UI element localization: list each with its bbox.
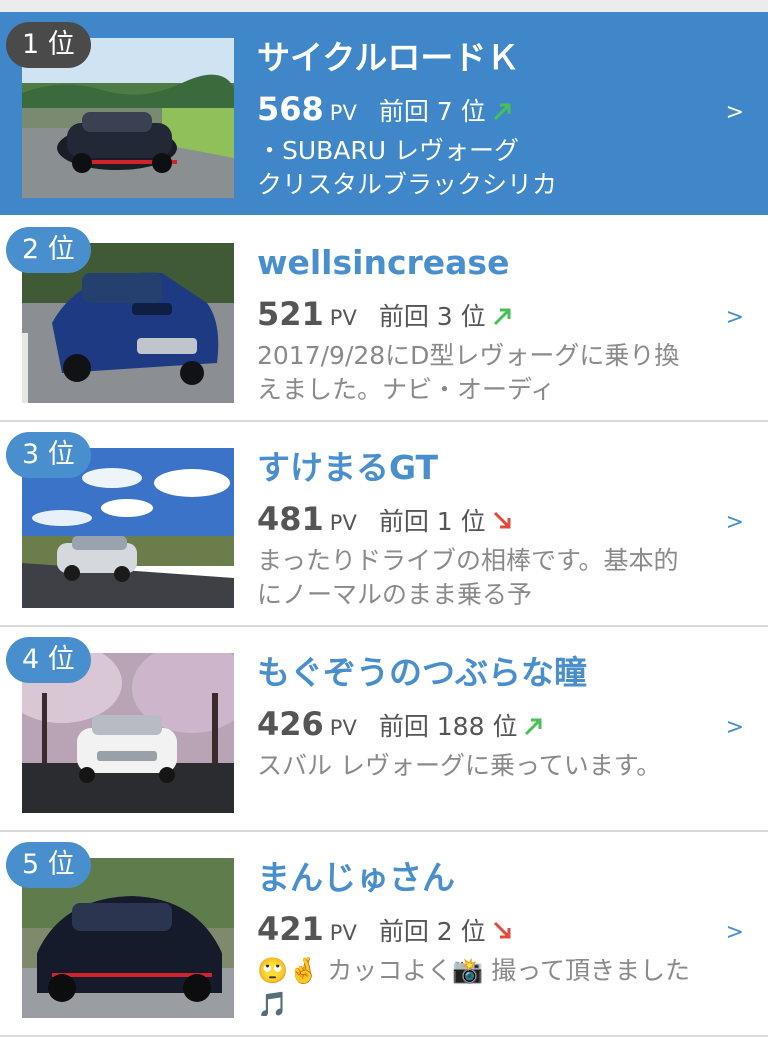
description: ・SUBARU レヴォーグ クリスタルブラックシリカ (257, 136, 558, 196)
pv-unit: PV (329, 716, 357, 740)
trend-up-icon (493, 308, 511, 326)
rank-badge: 1 位 (6, 22, 91, 68)
stats-line: 568 PV 前回 7 位 (257, 84, 697, 134)
pv-count: 481 (257, 500, 324, 538)
trend-down-icon (493, 511, 511, 529)
pv-unit: PV (329, 511, 357, 535)
trend-down-icon (493, 921, 511, 939)
top-bar (0, 0, 768, 12)
previous-rank: 前回 1 位 (378, 507, 486, 536)
user-name[interactable]: すけまるGT (257, 442, 697, 494)
rank-badge: 3 位 (6, 432, 91, 478)
pv-count: 568 (257, 90, 324, 128)
previous-rank: 前回 7 位 (378, 97, 486, 126)
rank-badge: 5 位 (6, 842, 91, 888)
pv-count: 521 (257, 295, 324, 333)
chevron-right-icon[interactable]: > (726, 715, 744, 740)
user-name[interactable]: もぐぞうのつぶらな瞳 (257, 647, 697, 699)
pv-unit: PV (329, 101, 357, 125)
previous-rank: 前回 188 位 (378, 712, 518, 741)
rank-badge: 4 位 (6, 637, 91, 683)
description: スバル レヴォーグに乗っています。 (257, 751, 662, 780)
description: 🙄🤞 カッコよく📸 撮って頂きました🎵 (257, 956, 691, 1016)
trend-up-icon (493, 103, 511, 121)
ranking-list: 1 位 サイクルロードＫ 568 PV 前回 7 位 ・SUBARU レヴォーグ ク… (0, 12, 768, 1037)
pv-count: 426 (257, 705, 324, 743)
previous-rank: 前回 2 位 (378, 917, 486, 946)
trend-up-icon (525, 718, 542, 736)
stats-line: 421 PV 前回 2 位 (257, 904, 697, 954)
user-name[interactable]: サイクルロードＫ (257, 32, 697, 84)
ranking-row[interactable]: 5 位 まんじゅさん 421 PV 前回 2 位 🙄🤞 カッコよく📸 撮って頂きまし… (0, 832, 768, 1037)
rank-badge: 2 位 (6, 227, 91, 273)
chevron-right-icon[interactable]: > (726, 510, 744, 535)
user-name[interactable]: まんじゅさん (257, 852, 697, 904)
pv-unit: PV (329, 921, 357, 945)
pv-unit: PV (329, 306, 357, 330)
description: まったりドライブの相棒です。基本的にノーマルのまま乗る予 (257, 546, 679, 606)
stats-line: 481 PV 前回 1 位 (257, 494, 697, 544)
stats-line: 426 PV 前回 188 位 (257, 699, 697, 749)
chevron-right-icon[interactable]: > (726, 100, 744, 125)
description: 2017/9/28にD型レヴォーグに乗り換えました。ナビ・オーディ (257, 341, 680, 401)
ranking-row[interactable]: 3 位 すけまるGT 481 PV 前回 1 位 まったりドライブの相棒です。基本的… (0, 422, 768, 627)
stats-line: 521 PV 前回 3 位 (257, 289, 697, 339)
ranking-row[interactable]: 4 位 もぐぞうのつぶらな瞳 426 PV 前回 188 位 スバル レヴォーグに乗… (0, 627, 768, 832)
chevron-right-icon[interactable]: > (726, 920, 744, 945)
ranking-row[interactable]: 1 位 サイクルロードＫ 568 PV 前回 7 位 ・SUBARU レヴォーグ ク… (0, 12, 768, 217)
chevron-right-icon[interactable]: > (726, 305, 744, 330)
previous-rank: 前回 3 位 (378, 302, 486, 331)
user-name[interactable]: wellsincrease (257, 237, 697, 289)
pv-count: 421 (257, 910, 324, 948)
ranking-row[interactable]: 2 位 wellsincrease 521 PV 前回 3 位 2017/9/28に… (0, 217, 768, 422)
